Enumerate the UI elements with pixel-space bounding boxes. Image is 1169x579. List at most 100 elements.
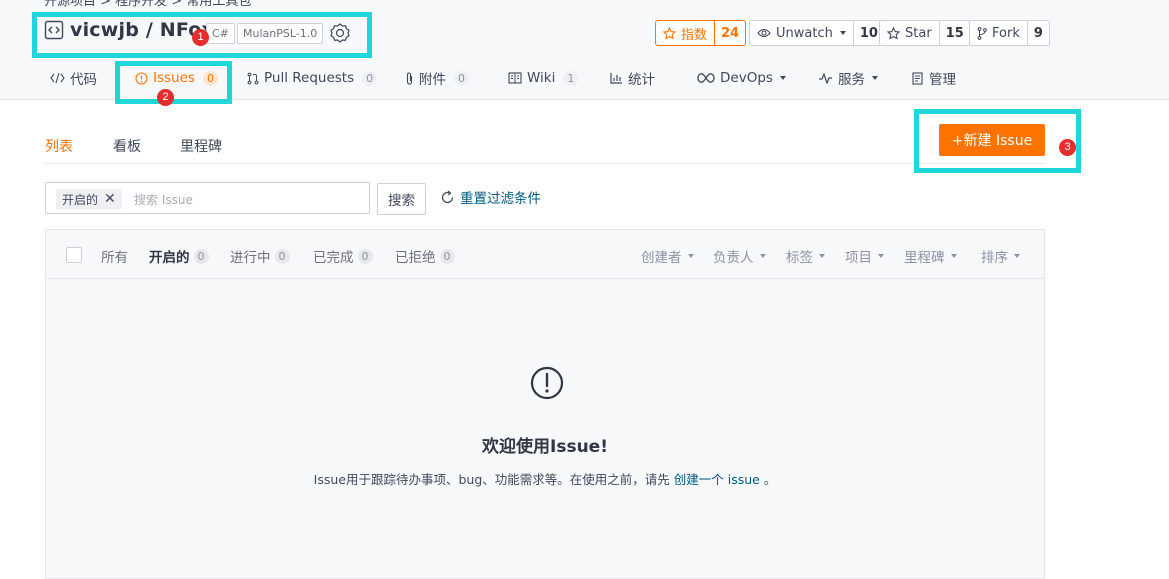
sort-label: 排序 <box>981 250 1008 266</box>
issue-subnav: 列表 看板 里程碑 <box>45 136 1045 164</box>
tab-manage-label: 管理 <box>929 72 956 88</box>
tab-stats[interactable]: 统计 <box>610 64 655 92</box>
chevron-down-icon <box>687 254 694 258</box>
filter-project-dropdown[interactable]: 项目 <box>845 246 884 266</box>
tab-attachments[interactable]: 附件 0 <box>405 64 469 92</box>
state-closed-label: 已完成 <box>313 250 354 266</box>
infinity-icon <box>697 73 715 83</box>
fork-count: 9 <box>1033 25 1043 41</box>
tab-wiki-count: 1 <box>563 70 579 86</box>
state-rejected-count: 0 <box>439 248 455 264</box>
index-icon <box>663 26 676 40</box>
filter-project-label: 项目 <box>845 250 872 266</box>
tab-pull-requests-label: Pull Requests <box>264 70 355 86</box>
create-issue-link[interactable]: 创建一个 issue <box>674 472 760 487</box>
wiki-icon <box>508 72 522 84</box>
subnav-milestones[interactable]: 里程碑 <box>180 136 222 156</box>
filter-author-dropdown[interactable]: 创建者 <box>641 246 694 266</box>
state-filter-closed[interactable]: 已完成 0 <box>313 246 373 266</box>
filter-label-dropdown[interactable]: 标签 <box>786 246 825 266</box>
issue-filter-box[interactable]: 开启的 ✕ 搜索 Issue <box>45 182 370 214</box>
issue-list-header: 所有 开启的 0 进行中 0 已完成 0 已拒绝 0 创建者 负责人 标签 项目 里程碑… <box>46 230 1044 279</box>
tab-pull-requests[interactable]: Pull Requests 0 <box>247 64 378 92</box>
state-closed-count: 0 <box>357 248 373 264</box>
chevron-down-icon <box>839 31 846 35</box>
refresh-icon <box>441 190 454 203</box>
chevron-down-icon <box>1014 254 1020 258</box>
tab-wiki[interactable]: Wiki 1 <box>508 64 579 92</box>
index-label: 指数 <box>681 27 708 43</box>
tab-wiki-label: Wiki <box>527 70 556 86</box>
chevron-down-icon <box>950 254 957 258</box>
select-all-checkbox[interactable] <box>66 247 82 263</box>
annotation-badge-1: 1 <box>192 29 209 46</box>
state-rejected-label: 已拒绝 <box>395 250 436 266</box>
unwatch-button[interactable]: Unwatch 10 <box>749 20 885 46</box>
tab-devops-label: DevOps <box>720 70 773 86</box>
tab-stats-label: 统计 <box>628 72 655 88</box>
chevron-down-icon <box>878 254 884 258</box>
empty-state-title: 欢迎使用Issue! <box>482 437 608 457</box>
tab-services[interactable]: 服务 <box>818 64 878 92</box>
state-open-count: 0 <box>193 248 209 264</box>
chevron-down-icon <box>819 254 825 258</box>
filter-chip-label: 开启的 <box>62 192 99 207</box>
index-button[interactable]: 指数 24 <box>655 20 747 46</box>
reset-filters-label: 重置过滤条件 <box>460 191 541 207</box>
fork-label: Fork <box>992 25 1020 41</box>
filter-chip-open[interactable]: 开启的 ✕ <box>56 189 122 209</box>
state-progressing-count: 0 <box>274 248 290 264</box>
chevron-down-icon <box>779 76 786 80</box>
tab-attachments-count: 0 <box>454 70 469 86</box>
tab-manage[interactable]: 管理 <box>912 64 956 92</box>
filter-milestone-label: 里程碑 <box>904 250 945 266</box>
tab-attachments-label: 附件 <box>419 72 446 88</box>
empty-desc-text: Issue用于跟踪待办事项、bug、功能需求等。在使用之前，请先 <box>313 472 670 487</box>
breadcrumb[interactable]: 开源项目 > 程序开发 > 常用工具包 <box>44 0 251 9</box>
tab-devops[interactable]: DevOps <box>697 64 786 92</box>
state-filter-all[interactable]: 所有 <box>101 246 128 266</box>
state-all-label: 所有 <box>101 250 128 266</box>
state-filter-progressing[interactable]: 进行中 0 <box>230 246 290 266</box>
chevron-down-icon <box>759 254 766 258</box>
filter-milestone-dropdown[interactable]: 里程碑 <box>904 246 957 266</box>
state-filter-open[interactable]: 开启的 0 <box>149 246 209 266</box>
star-count: 15 <box>945 25 964 41</box>
settings-doc-icon <box>912 71 923 85</box>
fork-button[interactable]: Fork 9 <box>969 20 1050 46</box>
empty-desc-end: 。 <box>763 472 777 487</box>
tab-code-label: 代码 <box>70 72 97 88</box>
paperclip-icon <box>406 71 413 85</box>
filter-author-label: 创建者 <box>641 250 682 266</box>
repo-header: 开源项目 > 程序开发 > 常用工具包 vicwjb / NFox C# Mul… <box>0 0 1169 106</box>
chevron-down-icon <box>872 76 878 80</box>
highlight-box-3 <box>914 109 1081 173</box>
pull-request-icon <box>247 72 259 84</box>
annotation-badge-2: 2 <box>157 89 174 106</box>
bar-chart-icon <box>610 73 622 84</box>
tab-pull-requests-count: 0 <box>362 70 378 86</box>
state-filter-rejected[interactable]: 已拒绝 0 <box>395 246 455 266</box>
star-button[interactable]: Star 15 <box>879 20 971 46</box>
star-label: Star <box>905 25 932 41</box>
unwatch-label: Unwatch <box>776 25 833 41</box>
sort-dropdown[interactable]: 排序 <box>981 246 1020 266</box>
issue-alert-icon <box>530 366 564 400</box>
eye-icon <box>757 28 771 38</box>
close-icon[interactable]: ✕ <box>104 191 116 207</box>
star-icon <box>887 26 900 40</box>
tab-code[interactable]: 代码 <box>50 64 97 92</box>
search-input[interactable]: 搜索 Issue <box>134 191 193 208</box>
filter-assignee-dropdown[interactable]: 负责人 <box>713 246 766 266</box>
reset-filters-link[interactable]: 重置过滤条件 <box>440 187 541 207</box>
code-icon <box>50 72 65 84</box>
subnav-list[interactable]: 列表 <box>45 136 73 156</box>
search-button[interactable]: 搜索 <box>377 183 426 215</box>
subnav-board[interactable]: 看板 <box>113 136 141 156</box>
index-count: 24 <box>721 25 740 41</box>
pulse-icon <box>819 72 832 84</box>
state-progressing-label: 进行中 <box>230 250 271 266</box>
fork-icon <box>977 26 987 40</box>
annotation-badge-3: 3 <box>1059 139 1076 156</box>
state-open-label: 开启的 <box>149 250 190 266</box>
